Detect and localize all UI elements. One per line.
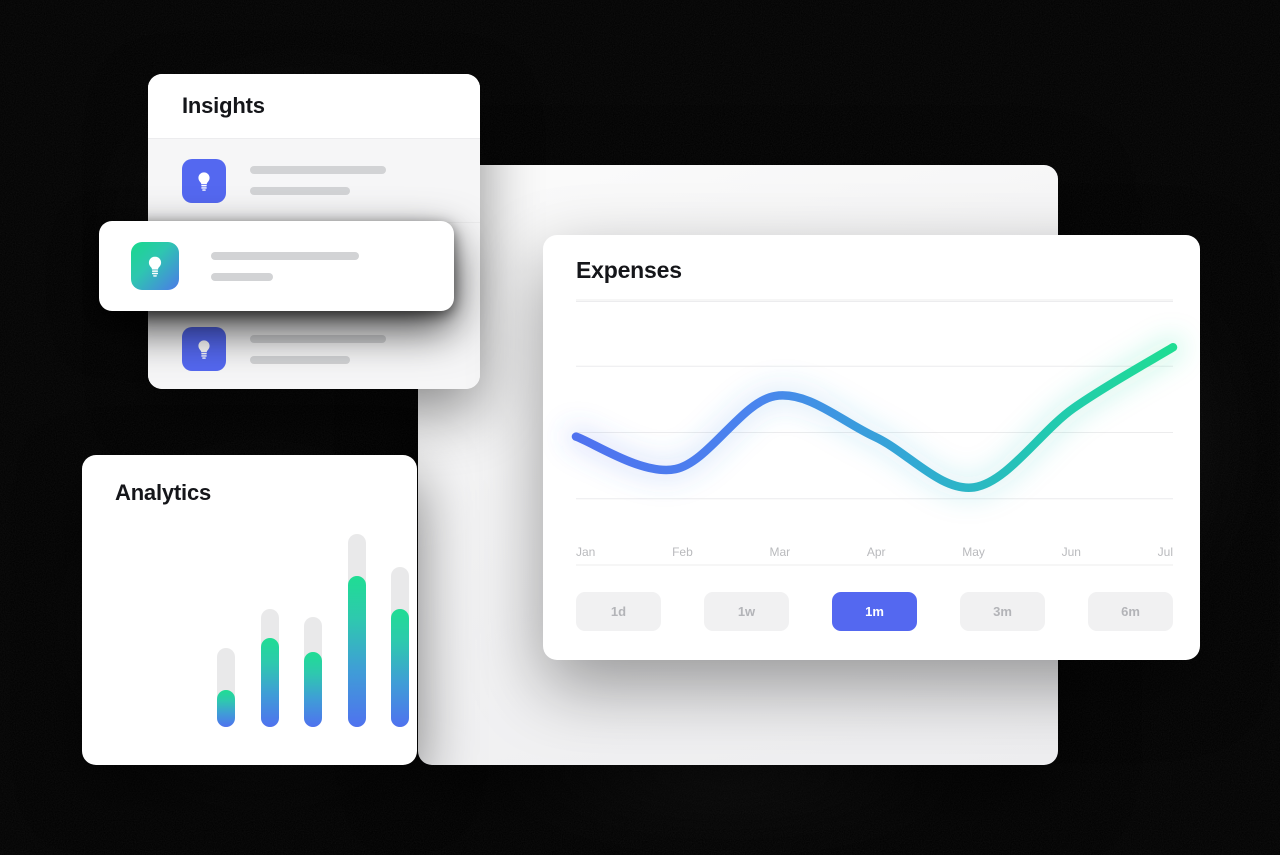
skeleton-line <box>250 334 386 343</box>
skeleton-line <box>250 166 386 174</box>
x-axis-label: Jan <box>576 545 596 559</box>
lightbulb-icon <box>182 327 226 371</box>
lightbulb-icon <box>131 242 179 290</box>
range-button-1w[interactable]: 1w <box>704 592 789 631</box>
list-item-highlighted[interactable] <box>99 221 454 311</box>
x-axis-label: Feb <box>672 545 693 559</box>
range-button-1d[interactable]: 1d <box>576 592 661 631</box>
x-axis-label: Apr <box>866 545 886 559</box>
insights-title: Insights <box>182 93 265 118</box>
x-axis-label: Mar <box>769 545 791 559</box>
skeleton-line <box>250 187 350 195</box>
chart-x-axis-labels: Jan Feb Mar Apr May Jun Jul <box>576 545 1173 559</box>
x-axis-label: Jul <box>1157 545 1173 559</box>
list-item-skeleton <box>250 334 386 364</box>
skeleton-line <box>211 272 273 281</box>
range-button-1m[interactable]: 1m <box>832 592 917 631</box>
x-axis-label: Jun <box>1061 545 1081 559</box>
analytics-bar-chart <box>82 455 417 765</box>
list-item[interactable] <box>148 307 480 389</box>
bar-fill[interactable] <box>304 651 322 727</box>
skeleton-line <box>211 251 359 260</box>
list-item-skeleton <box>211 251 359 281</box>
screenshot-stage: Insights Analytics Expenses Jan Feb Mar … <box>0 0 1280 855</box>
expenses-card: Expenses Jan Feb Mar Apr May Jun Jul 1d … <box>543 235 1200 660</box>
time-range-selector: 1d 1w 1m 3m 6m <box>576 592 1173 631</box>
analytics-card: Analytics <box>82 455 417 765</box>
insights-header: Insights <box>148 74 480 139</box>
list-item-skeleton <box>250 166 386 195</box>
lightbulb-icon <box>182 158 226 203</box>
x-axis-label: May <box>962 545 985 559</box>
bar-fill[interactable] <box>217 690 235 727</box>
bar-fill[interactable] <box>347 576 366 727</box>
list-item[interactable] <box>148 139 480 223</box>
chart-line <box>571 343 1178 492</box>
range-button-3m[interactable]: 3m <box>960 592 1045 631</box>
bar-fill[interactable] <box>260 638 279 727</box>
skeleton-line <box>250 355 350 364</box>
range-button-6m[interactable]: 6m <box>1088 592 1173 631</box>
bar-fill[interactable] <box>391 609 409 727</box>
